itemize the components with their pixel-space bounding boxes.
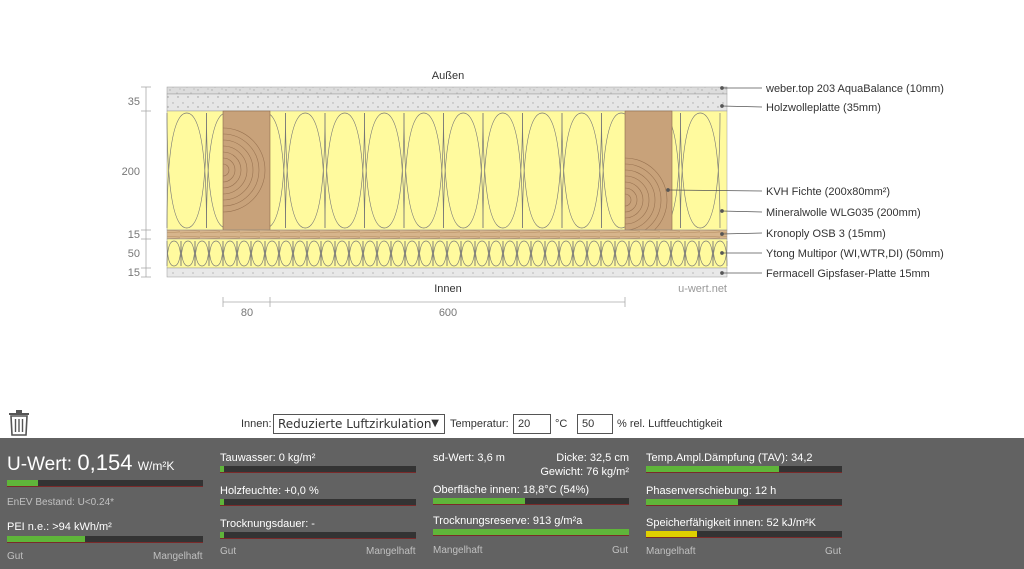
holzfeuchte-bar bbox=[220, 499, 416, 506]
holzfeuchte-value: Holzfeuchte: +0,0 % bbox=[220, 485, 319, 497]
dim-stud-width: 80 bbox=[241, 307, 253, 319]
col1-scale-right: Mangelhaft bbox=[153, 551, 203, 562]
col1-scale-left: Gut bbox=[7, 551, 24, 562]
dim-layer-3: 15 bbox=[128, 229, 140, 241]
innen-label: Innen: bbox=[241, 418, 272, 430]
col4-scale-left: Mangelhaft bbox=[646, 546, 696, 557]
tav-bar bbox=[646, 466, 842, 473]
humidity-label: % rel. Luftfeuchtigkeit bbox=[617, 418, 723, 430]
tav-value: Temp.Ampl.Dämpfung (TAV): 34,2 bbox=[646, 452, 813, 464]
layer-label-render: weber.top 203 AquaBalance (10mm) bbox=[765, 83, 944, 95]
temperature-unit: °C bbox=[555, 418, 568, 430]
sd-value: sd-Wert: 3,6 m bbox=[433, 452, 505, 464]
u-value-number: 0,154 bbox=[77, 450, 133, 475]
phase-value: Phasenverschiebung: 12 h bbox=[646, 485, 777, 497]
speicher-bar bbox=[646, 531, 842, 538]
dim-layer-1: 35 bbox=[128, 96, 140, 108]
layer-label-timber: KVH Fichte (200x80mm²) bbox=[766, 186, 890, 198]
speicher-value: Speicherfähigkeit innen: 52 kJ/m²K bbox=[646, 517, 816, 529]
woodwool-board-layer bbox=[166, 93, 728, 112]
gewicht-value: Gewicht: 76 kg/m² bbox=[540, 466, 629, 478]
pei-value: PEI n.e.: >94 kWh/m² bbox=[7, 521, 112, 533]
u-value-bar bbox=[7, 480, 203, 487]
tauwasser-value: Tauwasser: 0 kg/m² bbox=[220, 452, 316, 464]
tauwasser-bar-fill bbox=[220, 466, 224, 472]
humidity-input[interactable]: 50 bbox=[577, 414, 613, 434]
phase-bar-fill bbox=[646, 499, 739, 505]
outside-label: Außen bbox=[432, 70, 464, 82]
u-value-display: U-Wert: 0,154 W/m²K bbox=[7, 450, 174, 476]
trocknungsreserve-value: Trocknungsreserve: 913 g/m²a bbox=[433, 515, 583, 527]
temperature-label: Temperatur: bbox=[450, 418, 509, 430]
oberflaeche-value: Oberfläche innen: 18,8°C (54%) bbox=[433, 484, 590, 496]
speicher-bar-fill bbox=[646, 531, 697, 537]
gypsum-fibre-layer bbox=[166, 267, 728, 278]
dim-layer-2: 200 bbox=[122, 166, 140, 178]
dim-layer-4: 50 bbox=[128, 248, 140, 260]
trocknungsdauer-bar-fill bbox=[220, 532, 224, 538]
dicke-value: Dicke: 32,5 cm bbox=[556, 452, 629, 464]
u-value-unit: W/m²K bbox=[137, 459, 175, 473]
wall-construction-diagram: Außen 35 200 15 50 15 weber.top 203 Aqua… bbox=[122, 70, 944, 319]
trocknungsdauer-bar bbox=[220, 532, 416, 539]
col3-scale-left: Mangelhaft bbox=[433, 545, 483, 556]
layer-label-multipor: Ytong Multipor (WI,WTR,DI) (50mm) bbox=[766, 248, 944, 260]
pei-bar-fill bbox=[7, 536, 86, 542]
col4-scale-right: Gut bbox=[825, 546, 842, 557]
indoor-conditions-controls: Innen: Reduzierte Luftzirkulation ▼ Temp… bbox=[0, 414, 1024, 436]
tauwasser-bar bbox=[220, 466, 416, 473]
oberflaeche-bar-fill bbox=[433, 498, 526, 504]
render-layer bbox=[166, 86, 728, 95]
trocknungsreserve-bar bbox=[433, 529, 629, 536]
timber-stud-left bbox=[222, 110, 271, 231]
trocknungsdauer-value: Trocknungsdauer: - bbox=[220, 518, 315, 530]
watermark: u-wert.net bbox=[678, 283, 727, 295]
layer-label-insulation: Mineralwolle WLG035 (200mm) bbox=[766, 207, 921, 219]
layer-label-woodwool: Holzwolleplatte (35mm) bbox=[766, 102, 881, 114]
col2-scale-right: Mangelhaft bbox=[366, 546, 416, 557]
col3-scale-right: Gut bbox=[612, 545, 629, 556]
u-value-bar-fill bbox=[7, 480, 39, 486]
enev-requirement: EnEV Bestand: U<0.24* bbox=[7, 497, 115, 508]
layer-label-osb: Kronoply OSB 3 (15mm) bbox=[766, 228, 886, 240]
trocknungsreserve-bar-fill bbox=[433, 529, 629, 535]
holzfeuchte-bar-fill bbox=[220, 499, 224, 505]
osb-layer bbox=[166, 229, 728, 240]
temperature-input[interactable]: 20 bbox=[513, 414, 551, 434]
oberflaeche-bar bbox=[433, 498, 629, 505]
layer-label-gypsum: Fermacell Gipsfaser-Platte 15mm bbox=[766, 268, 930, 280]
chevron-down-icon: ▼ bbox=[431, 418, 439, 429]
dim-layer-5: 15 bbox=[128, 267, 140, 279]
air-circulation-value: Reduzierte Luftzirkulation bbox=[278, 417, 432, 431]
inside-label: Innen bbox=[434, 283, 462, 295]
tav-bar-fill bbox=[646, 466, 780, 472]
air-circulation-select[interactable]: Reduzierte Luftzirkulation ▼ bbox=[273, 414, 445, 434]
dim-stud-spacing: 600 bbox=[439, 307, 457, 319]
col2-scale-left: Gut bbox=[220, 546, 237, 557]
phase-bar bbox=[646, 499, 842, 506]
pei-bar bbox=[7, 536, 203, 543]
u-value-label: U-Wert: bbox=[7, 454, 73, 475]
